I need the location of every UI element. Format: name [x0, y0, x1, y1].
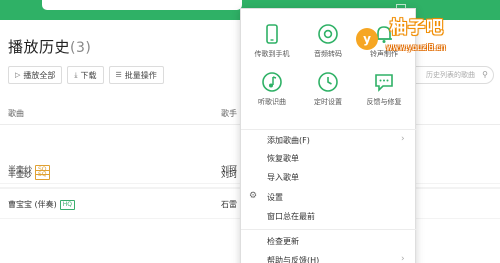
song-title: 半壶纱 — [8, 170, 32, 179]
tool-feedback-repair[interactable]: 反馈与修复 — [355, 71, 413, 107]
search-icon[interactable]: ⚲ — [482, 70, 488, 79]
tool-label: 定时设置 — [314, 98, 342, 106]
batch-operation-label: 批量操作 — [124, 70, 157, 80]
gear-icon: ⚙ — [249, 191, 258, 201]
play-all-button[interactable]: ▷ 播放全部 — [8, 66, 63, 84]
menu-item-check-update[interactable]: 检查更新 — [241, 233, 417, 251]
singer-cell[interactable]: 石雷 — [221, 199, 237, 210]
phone-icon — [266, 24, 278, 44]
tool-label: 音频转码 — [314, 50, 342, 58]
menu-item-restore-playlist[interactable]: 恢复歌单 — [241, 150, 417, 168]
global-search-input[interactable] — [42, 0, 242, 10]
singer-cell[interactable]: 刘珂 — [221, 169, 237, 180]
tool-label: 反馈与修复 — [366, 98, 402, 106]
download-icon: ⤓ — [74, 70, 78, 79]
toolbar: ▷ 播放全部 ⤓ 下载 ☰ 批量操作 — [8, 66, 164, 84]
column-header-singer[interactable]: 歌手 — [221, 108, 237, 119]
menu-item-label: 窗口总在最前 — [267, 212, 315, 221]
tool-song-recognition[interactable]: 听歌识曲 — [243, 71, 301, 107]
menu-item-help-feedback[interactable]: 帮助与反馈(H) › — [241, 252, 417, 263]
batch-operation-button[interactable]: ☰ 批量操作 — [108, 66, 164, 84]
column-header-song[interactable]: 歌曲 — [8, 108, 24, 119]
menu-item-label: 帮助与反馈(H) — [267, 256, 320, 263]
menu-item-always-on-top[interactable]: 窗口总在最前 — [241, 208, 417, 226]
menu-item-label: 添加歌曲(F) — [267, 136, 310, 145]
menu-item-label: 恢复歌单 — [267, 154, 299, 163]
tool-label: 传歌到手机 — [254, 50, 290, 58]
menu-item-label: 设置 — [267, 193, 283, 202]
watermark-logo-icon: y — [356, 28, 378, 50]
play-icon: ▷ — [15, 71, 21, 79]
watermark-title: 柚子吧 — [390, 18, 444, 38]
play-all-label: 播放全部 — [23, 70, 56, 80]
disc-icon — [318, 24, 338, 44]
song-cell: 半壶纱 SQ — [8, 169, 50, 180]
menu-item-settings[interactable]: ⚙ 设置 — [241, 189, 417, 207]
tool-audio-convert[interactable]: 音频转码 — [299, 23, 357, 59]
tool-label: 听歌识曲 — [258, 98, 286, 106]
download-label: 下载 — [80, 70, 97, 80]
chevron-right-icon: › — [401, 254, 405, 263]
quality-badge: HQ — [59, 199, 76, 210]
history-count: (3) — [70, 40, 92, 56]
chevron-right-icon: › — [401, 134, 405, 144]
history-search-placeholder: 历史列表的歌曲 — [426, 71, 475, 79]
song-title: 曹宝宝 (伴奏) — [8, 200, 57, 209]
page-title: 播放历史(3) — [8, 36, 91, 57]
menu-item-label: 导入歌单 — [267, 173, 299, 182]
menu-divider — [241, 229, 417, 230]
download-button[interactable]: ⤓ 下载 — [67, 66, 104, 84]
site-watermark: y 柚子吧 www.youzi8.cn — [354, 12, 500, 56]
menu-item-import-playlist[interactable]: 导入歌单 — [241, 169, 417, 187]
quality-badge: SQ — [35, 169, 50, 180]
feedback-icon — [375, 74, 393, 92]
tool-timer-settings[interactable]: 定时设置 — [299, 71, 357, 107]
watermark-url: www.youzi8.cn — [386, 43, 446, 52]
song-cell: 曹宝宝 (伴奏) HQ — [8, 199, 76, 210]
list-icon: ☰ — [115, 71, 122, 79]
menu-item-label: 检查更新 — [267, 237, 299, 246]
tool-transfer-to-phone[interactable]: 传歌到手机 — [243, 23, 301, 59]
timer-icon — [318, 72, 338, 92]
menu-item-add-song[interactable]: 添加歌曲(F) › — [241, 132, 417, 150]
music-note-icon — [262, 72, 282, 92]
page-title-text: 播放历史 — [8, 38, 71, 56]
menu-divider — [241, 129, 417, 130]
